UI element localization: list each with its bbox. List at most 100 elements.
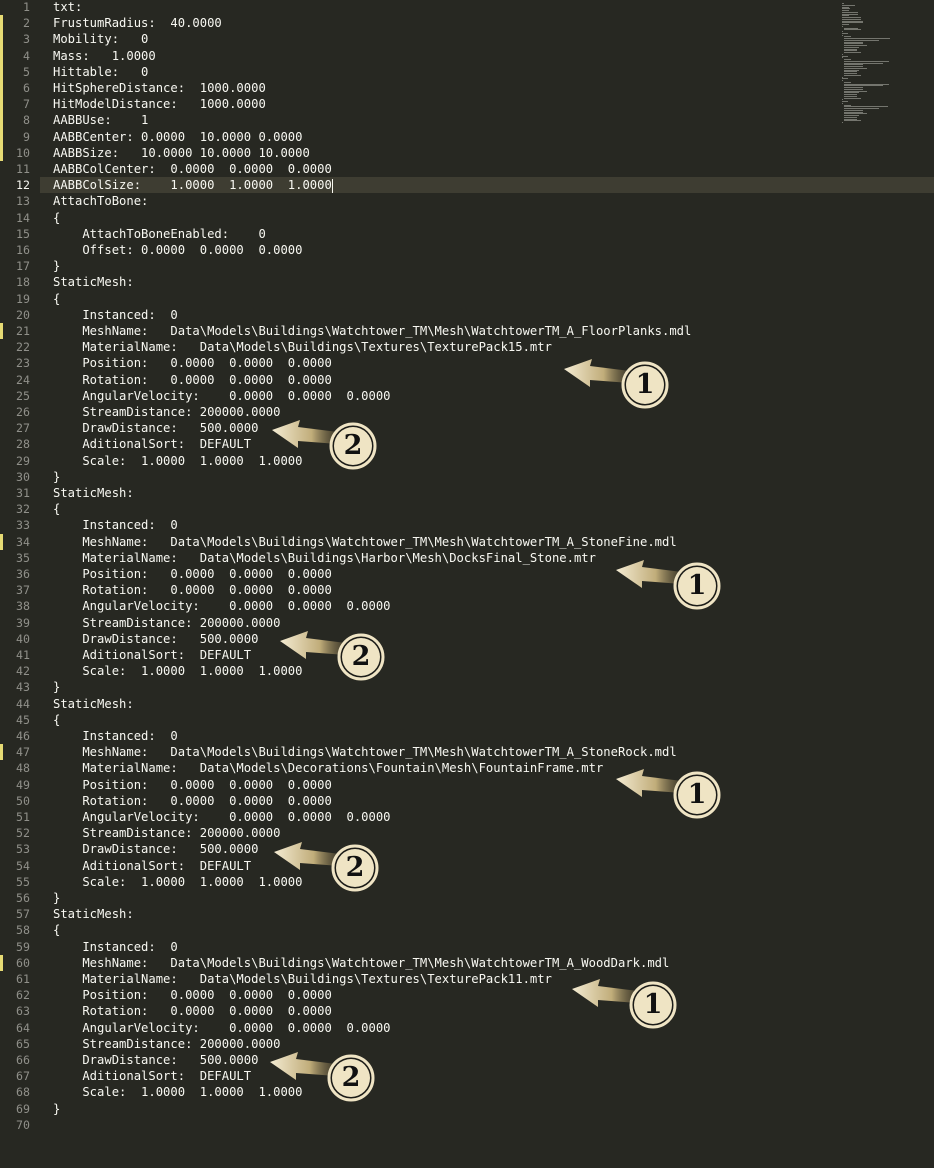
code-line[interactable]: AditionalSort: DEFAULT [53,436,251,452]
line-number: 21 [16,324,30,338]
line-number: 11 [16,162,30,176]
code-line[interactable]: AttachToBoneEnabled: 0 [53,226,265,242]
line-number: 57 [16,907,30,922]
line-number: 45 [16,712,30,727]
code-line-text: Instanced: 0 [53,518,178,533]
code-line[interactable]: AABBUse: 1 [53,112,148,128]
code-line[interactable]: AngularVelocity: 0.0000 0.0000 0.0000 [53,388,391,404]
code-line[interactable]: Rotation: 0.0000 0.0000 0.0000 [53,582,331,598]
code-line[interactable]: MaterialName: Data\Models\Buildings\Text… [53,339,552,355]
code-line[interactable]: DrawDistance: 500.0000 [53,841,258,857]
code-line[interactable]: StreamDistance: 200000.0000 [53,1036,280,1052]
code-line[interactable]: Instanced: 0 [53,728,177,744]
code-line[interactable]: AABBColCenter: 0.0000 0.0000 0.0000 [53,161,332,177]
line-number: 14 [16,210,30,225]
text-editor[interactable]: 1 2 3 4 5 6 7 8 9 10 11 12 13 14 15 16 17 18 19 20 21 22 23 24 2… [0,0,934,1168]
code-line[interactable]: MaterialName: Data\Models\Buildings\Harb… [53,550,596,566]
code-line-text: MaterialName: Data\Models\Buildings\Text… [53,340,552,355]
code-line[interactable]: MeshName: Data\Models\Buildings\Watchtow… [53,955,669,971]
modified-line-marker [0,112,3,129]
code-line[interactable]: AditionalSort: DEFAULT [53,647,251,663]
code-line[interactable]: StaticMesh: [53,485,134,501]
code-line[interactable]: StreamDistance: 200000.0000 [53,825,280,841]
line-number: 20 [16,307,30,322]
code-line-text: MaterialName: Data\Models\Buildings\Harb… [53,550,596,565]
code-line[interactable]: DrawDistance: 500.0000 [53,1052,258,1068]
code-line[interactable]: AABBCenter: 0.0000 10.0000 0.0000 [53,129,302,145]
code-line[interactable]: Instanced: 0 [53,517,178,533]
code-line[interactable]: FrustumRadius: 40.0000 [53,15,222,31]
code-line[interactable]: { [53,291,60,307]
code-line[interactable]: AABBColSize: 1.0000 1.0000 1.0000 [53,177,333,193]
modified-line-marker [0,128,3,145]
code-line[interactable]: Position: 0.0000 0.0000 0.0000 [53,777,331,793]
code-line[interactable]: HitSphereDistance: 1000.0000 [53,80,266,96]
code-line[interactable]: } [53,679,60,695]
code-line[interactable]: Mobility: 0 [53,31,148,47]
code-line[interactable]: StaticMesh: [53,906,134,922]
code-line-text: Position: 0.0000 0.0000 0.0000 [53,356,332,371]
code-line[interactable]: HitModelDistance: 1000.0000 [53,96,266,112]
code-line[interactable]: DrawDistance: 500.0000 [53,631,258,647]
code-line[interactable]: } [53,1101,60,1117]
code-line[interactable]: { [53,922,60,938]
code-line[interactable]: Mass: 1.0000 [53,48,156,64]
code-line[interactable]: { [53,501,60,517]
code-line[interactable]: StreamDistance: 200000.0000 [53,615,280,631]
code-line[interactable]: AditionalSort: DEFAULT [53,858,251,874]
code-line-text: } [53,469,61,484]
code-line-text: txt: [53,0,83,14]
code-line[interactable]: AngularVelocity: 0.0000 0.0000 0.0000 [53,809,390,825]
code-line[interactable]: Position: 0.0000 0.0000 0.0000 [53,355,332,371]
callout-arrow-2: 2 [268,416,398,472]
code-line[interactable]: } [53,258,60,274]
code-line-text: } [53,891,61,905]
code-line[interactable]: MaterialName: Data\Models\Buildings\Text… [53,971,552,987]
code-line[interactable]: AttachToBone: [53,193,148,209]
line-number: 40 [16,631,30,646]
code-line[interactable]: Rotation: 0.0000 0.0000 0.0000 [53,1003,331,1019]
code-line[interactable]: Scale: 1.0000 1.0000 1.0000 [53,663,302,679]
code-line[interactable]: } [53,469,60,485]
code-line[interactable]: Scale: 1.0000 1.0000 1.0000 [53,453,302,469]
code-line[interactable]: { [53,210,60,226]
code-line-text: AngularVelocity: 0.0000 0.0000 0.0000 [53,388,391,403]
code-line[interactable]: DrawDistance: 500.0000 [53,420,258,436]
code-line[interactable]: Position: 0.0000 0.0000 0.0000 [53,566,332,582]
line-number: 28 [16,437,30,452]
line-number: 35 [16,550,30,565]
line-number: 39 [16,615,30,630]
code-line[interactable]: { [53,712,60,728]
code-line[interactable]: Position: 0.0000 0.0000 0.0000 [53,987,331,1003]
code-line[interactable]: Hittable: 0 [53,64,148,80]
code-line[interactable]: StreamDistance: 200000.0000 [53,404,280,420]
code-line[interactable]: Offset: 0.0000 0.0000 0.0000 [53,242,302,258]
code-line[interactable]: Instanced: 0 [53,939,177,955]
line-number: 17 [16,259,30,274]
code-line[interactable]: MaterialName: Data\Models\Decorations\Fo… [53,760,603,776]
code-line-text: AditionalSort: DEFAULT [53,648,252,662]
code-line[interactable]: AABBSize: 10.0000 10.0000 10.0000 [53,145,310,161]
code-line[interactable]: StaticMesh: [53,274,134,290]
modified-line-marker [0,323,3,340]
code-line[interactable]: MeshName: Data\Models\Buildings\Watchtow… [53,323,691,339]
code-line[interactable]: } [53,890,60,906]
code-line[interactable]: txt: [53,0,82,15]
code-line[interactable]: Instanced: 0 [53,307,177,323]
line-number: 32 [16,502,30,517]
code-line[interactable]: AditionalSort: DEFAULT [53,1068,251,1084]
code-line[interactable]: Rotation: 0.0000 0.0000 0.0000 [53,793,332,809]
code-line[interactable]: Scale: 1.0000 1.0000 1.0000 [53,874,302,890]
code-line[interactable]: MeshName: Data\Models\Buildings\Watchtow… [53,534,676,550]
code-line[interactable]: AngularVelocity: 0.0000 0.0000 0.0000 [53,1020,391,1036]
code-line-text: Rotation: 0.0000 0.0000 0.0000 [53,793,332,808]
code-line-text: AngularVelocity: 0.0000 0.0000 0.0000 [53,1020,391,1035]
code-line[interactable]: StaticMesh: [53,696,134,712]
code-line[interactable]: MeshName: Data\Models\Buildings\Watchtow… [53,744,676,760]
code-line-text: Position: 0.0000 0.0000 0.0000 [53,567,332,581]
code-line[interactable]: Rotation: 0.0000 0.0000 0.0000 [53,372,331,388]
minimap[interactable] [842,0,928,130]
code-line-text: AABBSize: 10.0000 10.0000 10.0000 [53,145,310,160]
line-number: 1 [23,0,30,14]
code-line[interactable]: AngularVelocity: 0.0000 0.0000 0.0000 [53,598,390,614]
